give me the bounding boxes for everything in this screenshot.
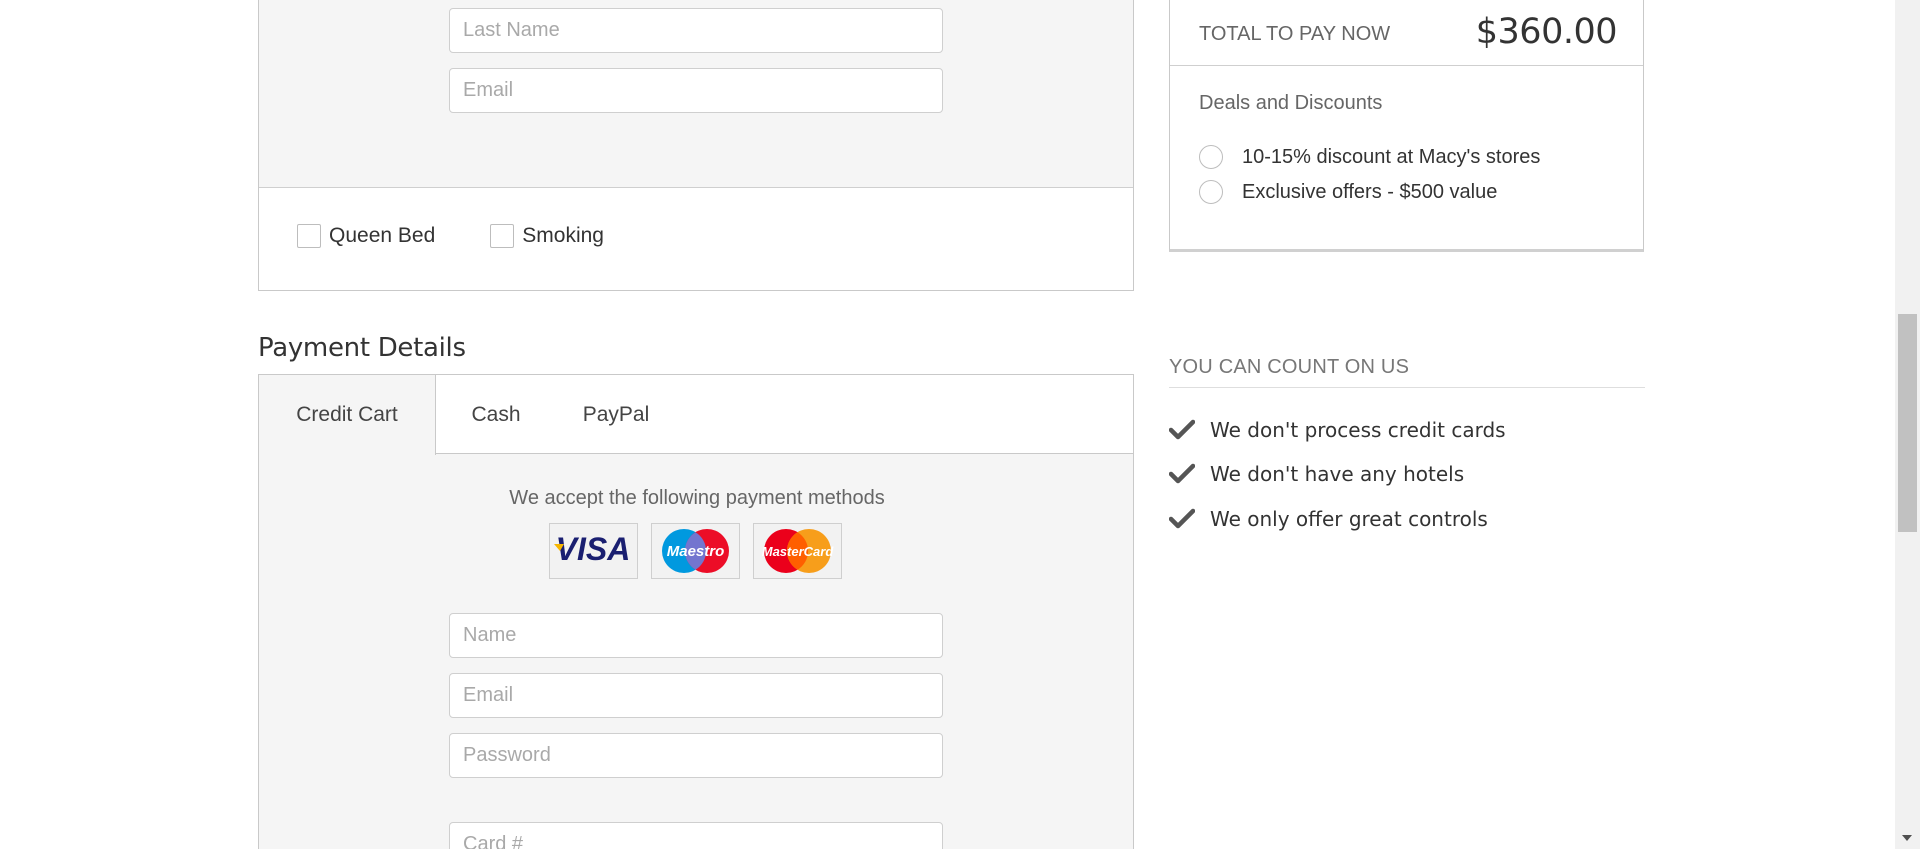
total-row: TOTAL TO PAY NOW $360.00 — [1170, 0, 1643, 66]
assurance-item: We don't process credit cards — [1169, 418, 1506, 442]
total-label: TOTAL TO PAY NOW — [1199, 23, 1391, 45]
vertical-scrollbar[interactable] — [1895, 0, 1920, 849]
svg-text:VISA: VISA — [556, 531, 631, 567]
deal-option[interactable]: 10-15% discount at Macy's stores — [1199, 145, 1540, 169]
maestro-logo: Maestro — [651, 523, 740, 579]
mastercard-logo: MasterCard — [753, 523, 842, 579]
smoking-label: Smoking — [522, 224, 604, 247]
check-icon — [1169, 463, 1195, 484]
room-options: Queen Bed Smoking — [297, 224, 604, 248]
guest-email-input[interactable] — [449, 68, 943, 113]
maestro-icon: Maestro — [662, 529, 729, 573]
assurance-item: We only offer great controls — [1169, 507, 1488, 531]
scroll-down-icon[interactable] — [1902, 835, 1912, 841]
card-number-input[interactable] — [449, 822, 943, 849]
payment-details-title: Payment Details — [258, 333, 466, 363]
svg-text:Maestro: Maestro — [667, 543, 725, 560]
svg-text:MasterCard: MasterCard — [762, 544, 835, 559]
assurance-text: We don't have any hotels — [1210, 462, 1465, 486]
deal-option[interactable]: Exclusive offers - $500 value — [1199, 180, 1497, 204]
visa-logo: VISA — [549, 523, 638, 579]
payment-email-input[interactable] — [449, 673, 943, 718]
deal-radio[interactable] — [1199, 145, 1223, 169]
guest-details-panel: Queen Bed Smoking — [258, 0, 1134, 291]
total-value: $360.00 — [1475, 11, 1618, 52]
accepted-methods-text: We accept the following payment methods — [509, 487, 885, 509]
tab-credit-card[interactable]: Credit Cart — [259, 375, 436, 455]
last-name-input[interactable] — [449, 8, 943, 53]
deal-radio[interactable] — [1199, 180, 1223, 204]
check-icon — [1169, 508, 1195, 529]
tab-paypal[interactable]: PayPal — [556, 375, 676, 454]
assurance-title: YOU CAN COUNT ON US — [1169, 356, 1645, 388]
mastercard-icon: MasterCard — [762, 529, 835, 573]
assurance-text: We don't process credit cards — [1210, 418, 1506, 442]
guest-form-area — [259, 0, 1133, 188]
assurance-text: We only offer great controls — [1210, 507, 1488, 531]
card-logos: VISA Maestro MasterCard — [549, 523, 842, 579]
order-summary: TOTAL TO PAY NOW $360.00 Deals and Disco… — [1169, 0, 1644, 252]
queen-bed-checkbox[interactable] — [297, 224, 321, 248]
queen-bed-label: Queen Bed — [329, 224, 436, 247]
password-input[interactable] — [449, 733, 943, 778]
scrollbar-thumb[interactable] — [1898, 314, 1917, 532]
smoking-checkbox[interactable] — [490, 224, 515, 248]
card-name-input[interactable] — [449, 613, 943, 658]
check-icon — [1169, 419, 1195, 440]
assurance-item: We don't have any hotels — [1169, 462, 1464, 486]
deal-label: 10-15% discount at Macy's stores — [1242, 145, 1541, 168]
payment-tabs: Credit Cart Cash PayPal — [259, 375, 1133, 455]
payment-panel: Credit Cart Cash PayPal We accept the fo… — [258, 374, 1134, 849]
deals-title: Deals and Discounts — [1199, 92, 1383, 114]
tab-cash[interactable]: Cash — [436, 375, 556, 454]
deal-label: Exclusive offers - $500 value — [1242, 180, 1498, 203]
visa-icon: VISA — [554, 531, 631, 567]
